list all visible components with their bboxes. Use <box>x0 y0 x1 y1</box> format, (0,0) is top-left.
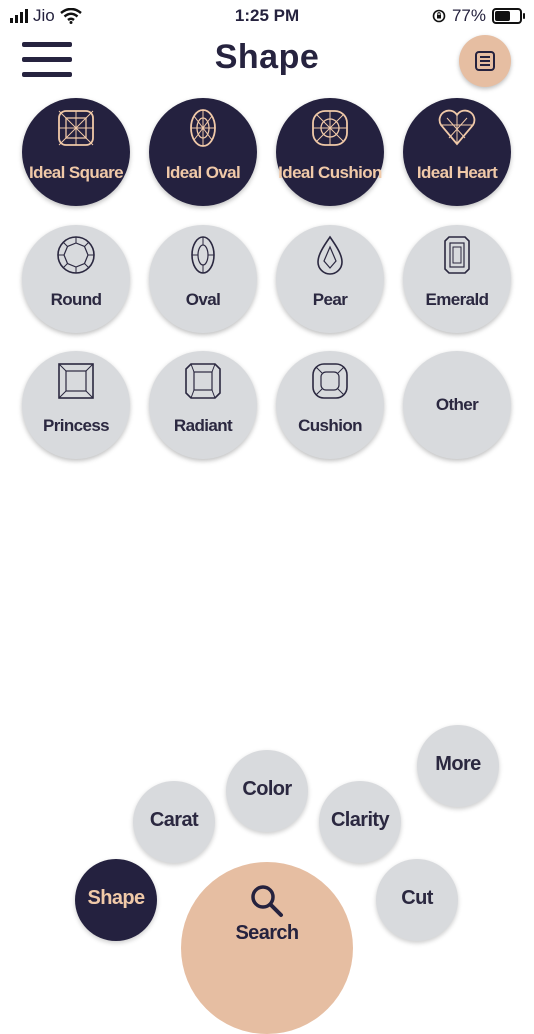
shape-pear[interactable]: Pear <box>276 225 384 333</box>
search-icon <box>251 885 283 917</box>
shape-ideal-square[interactable]: Ideal Square <box>22 98 130 206</box>
shape-ideal-heart[interactable]: Ideal Heart <box>403 98 511 206</box>
shape-label: Ideal Heart <box>416 163 498 182</box>
shape-radiant[interactable]: Radiant <box>149 351 257 459</box>
shape-label: Emerald <box>425 290 489 309</box>
nav-shape-button[interactable]: Shape <box>75 859 157 941</box>
shape-other[interactable]: Other <box>403 351 511 459</box>
nav-color-button[interactable]: Color <box>226 750 308 832</box>
nav-clarity-button[interactable]: Clarity <box>319 781 401 863</box>
nav-clarity-label: Clarity <box>330 809 390 831</box>
shape-label: Ideal Oval <box>165 163 241 182</box>
list-icon <box>475 51 495 71</box>
battery-icon <box>492 8 525 24</box>
shape-label: Ideal Cushion <box>278 163 382 182</box>
shape-emerald[interactable]: Emerald <box>403 225 511 333</box>
status-right: 77% <box>432 6 525 26</box>
shape-label: Oval <box>185 290 221 309</box>
shape-label: Pear <box>312 290 348 309</box>
shape-cushion[interactable]: Cushion <box>276 351 384 459</box>
nav-shape-label: Shape <box>87 887 145 909</box>
shape-ideal-oval[interactable]: Ideal Oval <box>149 98 257 206</box>
ideal-cushion-icon <box>312 110 348 146</box>
search-button[interactable]: Search <box>181 862 353 1034</box>
ideal-square-icon <box>58 110 94 146</box>
shape-label: Round <box>50 290 102 309</box>
battery-percent: 77% <box>451 6 486 25</box>
shape-round[interactable]: Round <box>22 225 130 333</box>
page-title: Shape <box>214 38 320 76</box>
search-label: Search <box>235 922 299 944</box>
status-bar: Jio 1:25 PM 77% <box>0 0 534 32</box>
shape-label: Radiant <box>173 416 233 435</box>
shape-ideal-cushion[interactable]: Ideal Cushion <box>276 98 384 206</box>
shape-oval[interactable]: Oval <box>149 225 257 333</box>
emerald-icon <box>444 236 470 274</box>
list-view-button[interactable] <box>459 35 511 87</box>
nav-carat-label: Carat <box>149 809 199 831</box>
orientation-lock-icon <box>432 9 446 23</box>
shape-label: Princess <box>42 416 110 435</box>
shape-princess[interactable]: Princess <box>22 351 130 459</box>
ideal-heart-icon <box>438 109 476 146</box>
shape-label: Ideal Square <box>29 163 124 182</box>
nav-more-button[interactable]: More <box>417 725 499 807</box>
pear-icon <box>317 235 343 275</box>
nav-more-label: More <box>435 753 481 775</box>
nav-color-label: Color <box>242 778 292 800</box>
ideal-oval-icon <box>190 109 216 147</box>
nav-cut-button[interactable]: Cut <box>376 859 458 941</box>
shape-label: Cushion <box>298 416 362 435</box>
princess-icon <box>58 363 94 399</box>
shape-label: Other <box>435 395 479 414</box>
round-icon <box>57 236 95 274</box>
oval-icon <box>191 236 215 274</box>
nav-cut-label: Cut <box>401 887 433 909</box>
nav-carat-button[interactable]: Carat <box>133 781 215 863</box>
cushion-icon <box>312 363 348 399</box>
radiant-icon <box>185 363 221 399</box>
